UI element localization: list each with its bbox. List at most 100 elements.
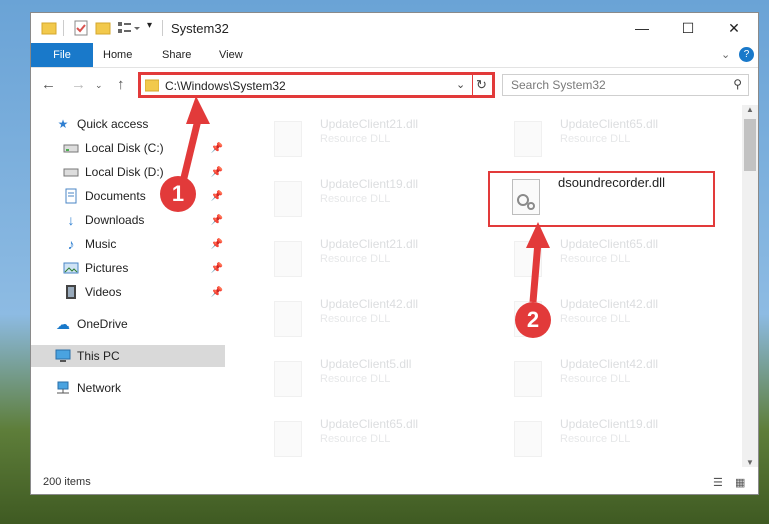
file-item[interactable]: UpdateClient21.dll Resource DLL bbox=[250, 237, 450, 285]
sidebar-item-downloads[interactable]: ↓ Downloads 📌 bbox=[31, 209, 227, 231]
address-dropdown-icon[interactable]: ⌄ bbox=[456, 78, 465, 91]
back-arrow-icon[interactable]: ← bbox=[41, 76, 56, 93]
music-icon: ♪ bbox=[67, 236, 75, 252]
sidebar-item-local-disk-d[interactable]: Local Disk (D:) 📌 bbox=[31, 161, 227, 183]
dll-file-icon bbox=[274, 421, 302, 457]
file-type: Resource DLL bbox=[560, 313, 631, 325]
sidebar-item-label: This PC bbox=[77, 349, 120, 363]
tab-share[interactable]: Share bbox=[160, 43, 193, 67]
pin-icon[interactable]: 📌 bbox=[211, 287, 223, 298]
file-type: Resource DLL bbox=[560, 433, 631, 445]
tab-home[interactable]: Home bbox=[101, 43, 134, 67]
sidebar-item-label: Local Disk (D:) bbox=[85, 165, 164, 179]
step-2-badge: 2 bbox=[515, 302, 551, 338]
scrollbar-thumb[interactable] bbox=[744, 119, 756, 171]
file-item[interactable]: UpdateClient42.dll Resource DLL bbox=[490, 357, 690, 405]
sidebar-item-onedrive[interactable]: ☁ OneDrive bbox=[31, 313, 227, 335]
download-icon: ↓ bbox=[67, 212, 75, 228]
highlight-box bbox=[488, 171, 715, 227]
large-icons-view-icon[interactable]: ▦ bbox=[735, 476, 745, 489]
pin-icon[interactable]: 📌 bbox=[211, 215, 223, 226]
sidebar-item-label: Local Disk (C:) bbox=[85, 141, 164, 155]
sidebar-item-quick-access[interactable]: ★ Quick access bbox=[31, 113, 227, 135]
file-item[interactable]: UpdateClient19.dll Resource DLL bbox=[250, 177, 450, 225]
file-item[interactable]: UpdateClient19.dll Resource DLL bbox=[490, 417, 690, 465]
sidebar-item-music[interactable]: ♪ Music 📌 bbox=[31, 233, 227, 255]
file-item[interactable]: UpdateClient65.dll Resource DLL bbox=[250, 417, 450, 465]
recent-locations-icon[interactable]: ⌄ bbox=[95, 80, 103, 91]
address-path[interactable]: C:\Windows\System32 bbox=[165, 79, 286, 93]
sidebar-item-label: Music bbox=[85, 237, 117, 251]
minimize-button[interactable]: — bbox=[619, 13, 665, 43]
pc-icon bbox=[55, 348, 71, 364]
dll-file-icon bbox=[514, 241, 542, 277]
file-item[interactable]: UpdateClient21.dll Resource DLL bbox=[250, 117, 450, 165]
sidebar-item-label: Downloads bbox=[85, 213, 145, 227]
file-item[interactable]: UpdateClient65.dll Resource DLL bbox=[490, 117, 690, 165]
new-folder-icon[interactable] bbox=[95, 20, 111, 36]
sidebar-item-pictures[interactable]: Pictures 📌 bbox=[31, 257, 227, 279]
forward-arrow-icon[interactable]: → bbox=[71, 76, 86, 93]
dll-file-icon bbox=[274, 241, 302, 277]
file-type: Resource DLL bbox=[320, 193, 391, 205]
dll-file-icon bbox=[274, 361, 302, 397]
address-bar[interactable]: C:\Windows\System32 ⌄ ↻ bbox=[138, 72, 495, 98]
sidebar-item-documents[interactable]: Documents 📌 bbox=[31, 185, 227, 207]
file-type: Resource DLL bbox=[320, 313, 391, 325]
file-type: Resource DLL bbox=[320, 433, 391, 445]
sidebar-item-local-disk-c[interactable]: Local Disk (C:) 📌 bbox=[31, 137, 227, 159]
maximize-button[interactable]: ☐ bbox=[665, 13, 711, 43]
sidebar-item-this-pc[interactable]: This PC bbox=[31, 345, 225, 367]
file-item[interactable]: UpdateClient42.dll Resource DLL bbox=[250, 297, 450, 345]
dll-file-icon bbox=[274, 301, 302, 337]
scroll-up-icon[interactable]: ▲ bbox=[746, 105, 754, 114]
file-type: Resource DLL bbox=[320, 133, 391, 145]
file-list: UpdateClient21.dll Resource DLL UpdateCl… bbox=[228, 105, 742, 465]
help-icon[interactable]: ? bbox=[739, 47, 754, 62]
close-button[interactable]: ✕ bbox=[711, 13, 757, 43]
dll-file-icon bbox=[274, 181, 302, 217]
scroll-down-icon[interactable]: ▼ bbox=[746, 458, 754, 467]
file-type: Resource DLL bbox=[560, 253, 631, 265]
separator bbox=[162, 20, 163, 36]
sidebar-item-label: Pictures bbox=[85, 261, 129, 275]
sidebar-item-network[interactable]: Network bbox=[31, 377, 227, 399]
vertical-scrollbar[interactable]: ▲ ▼ bbox=[742, 105, 758, 467]
sidebar-item-label: Network bbox=[77, 381, 122, 395]
refresh-icon[interactable]: ↻ bbox=[476, 77, 487, 93]
folder-icon[interactable] bbox=[41, 20, 57, 36]
file-item[interactable]: UpdateClient5.dll Resource DLL bbox=[250, 357, 450, 405]
sidebar-item-label: Quick access bbox=[77, 117, 149, 131]
status-bar: 200 items ☰ ▦ bbox=[31, 472, 758, 494]
layout-icon[interactable] bbox=[117, 20, 141, 36]
search-input[interactable]: Search System32 bbox=[511, 78, 606, 92]
pin-icon[interactable]: 📌 bbox=[211, 167, 223, 178]
sidebar-item-label: Videos bbox=[85, 285, 122, 299]
properties-icon[interactable] bbox=[73, 20, 89, 36]
file-type: Resource DLL bbox=[560, 373, 631, 385]
tab-view[interactable]: View bbox=[217, 43, 245, 67]
expand-ribbon-icon[interactable]: ⌄ bbox=[719, 43, 732, 67]
file-name: UpdateClient19.dll bbox=[560, 417, 659, 431]
sidebar-item-label: Documents bbox=[85, 189, 146, 203]
file-name: UpdateClient21.dll bbox=[320, 117, 419, 131]
dll-file-icon bbox=[514, 421, 542, 457]
file-name: UpdateClient65.dll bbox=[560, 237, 659, 251]
pin-icon[interactable]: 📌 bbox=[211, 191, 223, 202]
file-type: Resource DLL bbox=[560, 133, 631, 145]
details-view-icon[interactable]: ☰ bbox=[713, 476, 723, 489]
file-item[interactable]: UpdateClient65.dll Resource DLL bbox=[490, 237, 690, 285]
step-1-badge: 1 bbox=[160, 176, 196, 212]
drive-icon bbox=[63, 140, 79, 156]
customize-dropdown-icon[interactable]: ▾ bbox=[147, 20, 152, 36]
pictures-icon bbox=[63, 260, 79, 276]
navigation-bar: ← → ⌄ ↑ C:\Windows\System32 ⌄ ↻ Search S… bbox=[31, 68, 758, 102]
pin-icon[interactable]: 📌 bbox=[211, 263, 223, 274]
tab-file[interactable]: File bbox=[31, 43, 93, 67]
search-box[interactable]: Search System32 ⚲ bbox=[502, 74, 749, 96]
search-icon[interactable]: ⚲ bbox=[733, 77, 742, 91]
up-arrow-icon[interactable]: ↑ bbox=[117, 76, 125, 93]
pin-icon[interactable]: 📌 bbox=[211, 239, 223, 250]
sidebar-item-videos[interactable]: Videos 📌 bbox=[31, 281, 227, 303]
pin-icon[interactable]: 📌 bbox=[211, 143, 223, 154]
